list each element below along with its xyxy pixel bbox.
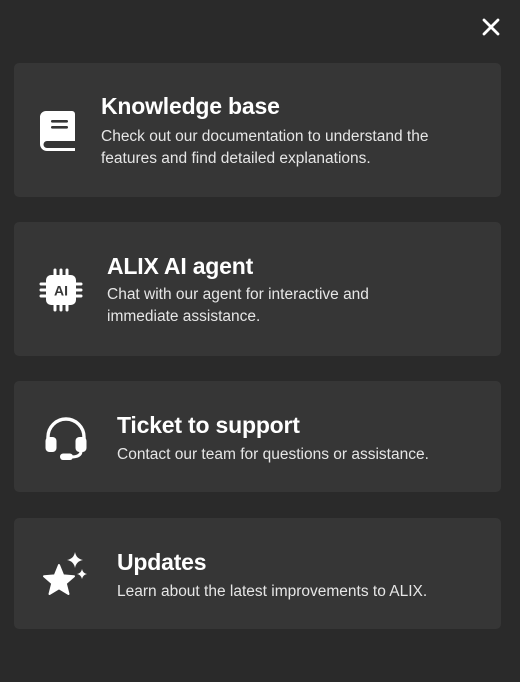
card-title: Knowledge base xyxy=(101,93,280,119)
close-icon xyxy=(482,18,500,36)
sparkles-star-icon xyxy=(41,550,89,598)
knowledge-base-card[interactable]: Knowledge base Check out our documentati… xyxy=(14,63,501,197)
card-description: Chat with our agent for interactive and … xyxy=(107,286,369,325)
ai-chip-icon: AI xyxy=(38,267,84,313)
updates-card[interactable]: Updates Learn about the latest improveme… xyxy=(14,518,501,629)
ai-agent-card[interactable]: AI ALIX AI agent Chat with our agent for… xyxy=(14,222,501,356)
ticket-support-card[interactable]: Ticket to support Contact our team for q… xyxy=(14,381,501,492)
card-description: Contact our team for questions or assist… xyxy=(117,446,429,463)
card-title: ALIX AI agent xyxy=(107,253,254,279)
close-button[interactable] xyxy=(478,14,504,40)
card-title: Ticket to support xyxy=(117,412,300,438)
card-title: Updates xyxy=(117,549,207,575)
card-description: Learn about the latest improvements to A… xyxy=(117,583,428,600)
card-description: Check out our documentation to understan… xyxy=(101,128,429,167)
ai-chip-label: AI xyxy=(54,283,68,299)
book-icon xyxy=(38,109,78,153)
headset-icon xyxy=(42,414,90,462)
